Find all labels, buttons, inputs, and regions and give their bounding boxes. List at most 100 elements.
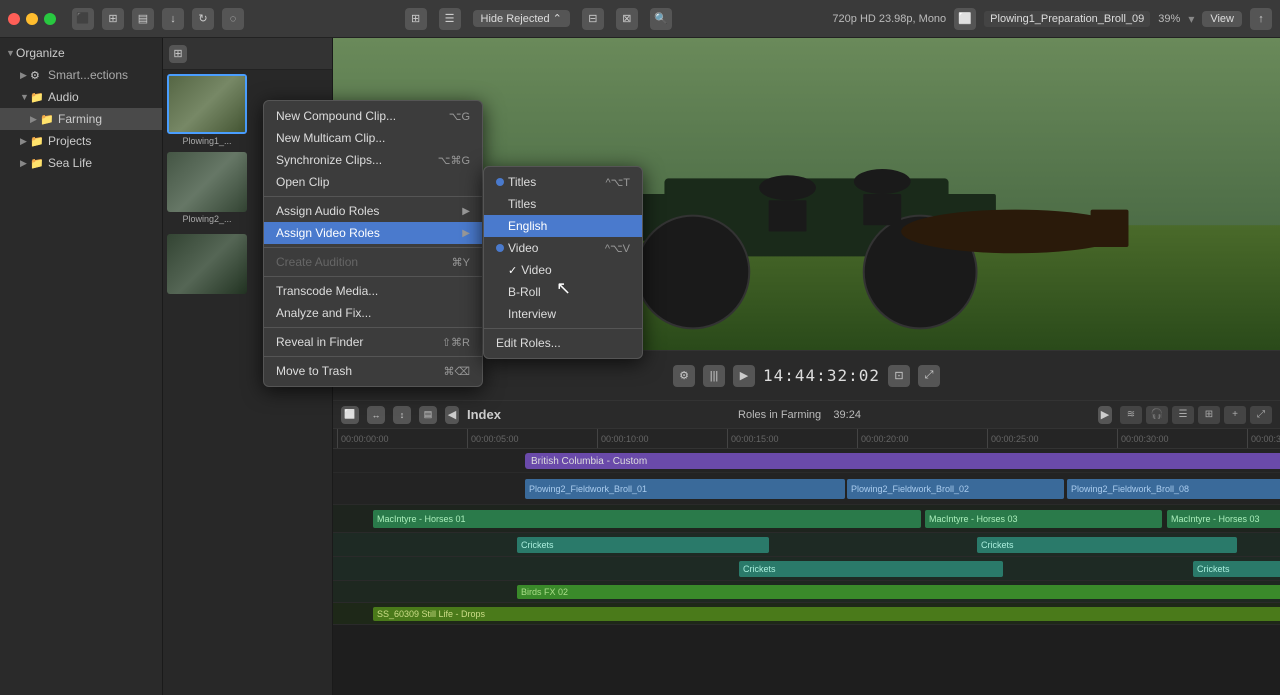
track-row-video: Plowing2_Fieldwork_Broll_01 Plowing2_Fie… <box>333 473 1280 505</box>
expand-icon[interactable]: ⤢ <box>918 365 940 387</box>
separator <box>264 196 482 197</box>
clip-item[interactable]: Plowing2_... <box>167 152 247 226</box>
browser-toolbar: ⊞ <box>163 38 332 70</box>
back-icon[interactable]: ◀ <box>445 406 459 424</box>
clip-horses-2[interactable]: MacIntyre - Horses 03 <box>925 510 1162 528</box>
grid-view-icon[interactable]: ⊞ <box>405 8 427 30</box>
clip-horses-3[interactable]: MacIntyre - Horses 03 <box>1167 510 1280 528</box>
export-icon[interactable]: ↑ <box>1250 8 1272 30</box>
settings-icon[interactable]: ⚙ <box>673 365 695 387</box>
libraries-icon[interactable]: ⬛ <box>72 8 94 30</box>
clip-item[interactable] <box>167 234 247 298</box>
audio-icon[interactable]: 🎧 <box>1146 406 1168 424</box>
audio-meter-icon[interactable]: ||| <box>703 365 725 387</box>
clip-video-3[interactable]: Plowing2_Fieldwork_Broll_08 <box>1067 479 1280 499</box>
chevron-down-icon: ▼ <box>6 48 16 58</box>
sub-titles-2[interactable]: Titles <box>484 193 642 215</box>
monitor-icon[interactable]: ⬜ <box>954 8 976 30</box>
clip-drops[interactable]: SS_60309 Still Life - Drops <box>373 607 1280 621</box>
chevron-right-icon: ▶ <box>20 158 30 169</box>
timeline-icon[interactable]: ▤ <box>132 8 154 30</box>
ruler-mark: 00:00:00:00 <box>337 429 467 448</box>
clip-label: Plowing2_... <box>180 212 233 226</box>
folder-icon: ⚙ <box>30 69 44 82</box>
browser-icon[interactable]: ⊞ <box>102 8 124 30</box>
clip-horses-1[interactable]: MacIntyre - Horses 01 <box>373 510 921 528</box>
view-button[interactable]: View <box>1202 11 1242 27</box>
timeline-ruler: 00:00:00:00 00:00:05:00 00:00:10:00 00:0… <box>333 429 1280 449</box>
clip-crickets-2[interactable]: Crickets <box>977 537 1237 553</box>
clip-menu-icon[interactable]: ▤ <box>419 406 437 424</box>
ctx-assign-audio-roles[interactable]: Assign Audio Roles ▶ <box>264 200 482 222</box>
zoom-in-icon[interactable]: + <box>1224 406 1246 424</box>
sub-video-1[interactable]: Video ^⌥V <box>484 237 642 259</box>
sidebar-item-sea-life[interactable]: ▶ 📁 Sea Life <box>0 152 162 174</box>
sidebar-item-audio[interactable]: ▼ 📁 Audio <box>0 86 162 108</box>
ctx-synchronize-clips[interactable]: Synchronize Clips... ⌥⌘G <box>264 149 482 171</box>
sub-english[interactable]: English <box>484 215 642 237</box>
clip-thumbnail[interactable] <box>167 74 247 134</box>
filter-icon[interactable]: ⊟ <box>582 8 604 30</box>
waveform-icon[interactable]: ≋ <box>1120 406 1142 424</box>
separator <box>264 356 482 357</box>
ctx-move-to-trash[interactable]: Move to Trash ⌘⌫ <box>264 360 482 382</box>
grid-icon[interactable]: ⊞ <box>1198 406 1220 424</box>
zoom-out-icon[interactable]: ⤢ <box>1250 406 1272 424</box>
close-button[interactable] <box>8 13 20 25</box>
ctx-new-compound-clip[interactable]: New Compound Clip... ⌥G <box>264 105 482 127</box>
background-tasks-icon[interactable]: ◌ <box>222 8 244 30</box>
ruler-mark: 00:00:05:00 <box>467 429 597 448</box>
sidebar-item-smart-collections[interactable]: ▶ ⚙ Smart...ections <box>0 64 162 86</box>
sidebar-item-farming[interactable]: ▶ 📁 Farming <box>0 108 162 130</box>
clip-crickets-4[interactable]: Crickets <box>1193 561 1280 577</box>
chevron-right-icon: ▶ <box>20 70 30 81</box>
ctx-new-multicam-clip[interactable]: New Multicam Clip... <box>264 127 482 149</box>
sub-edit-roles[interactable]: Edit Roles... <box>484 332 642 354</box>
fullscreen-button[interactable] <box>44 13 56 25</box>
ctx-open-clip[interactable]: Open Clip <box>264 171 482 193</box>
search-icon[interactable]: 🔍 <box>650 8 672 30</box>
clip-thumbnail[interactable] <box>167 152 247 212</box>
ctx-reveal-in-finder[interactable]: Reveal in Finder ⇧⌘R <box>264 331 482 353</box>
clip-video-1[interactable]: Plowing2_Fieldwork_Broll_01 <box>525 479 845 499</box>
sidebar-item-projects[interactable]: ▶ 📁 Projects <box>0 130 162 152</box>
forward-icon[interactable]: ▶ <box>1098 406 1112 424</box>
sub-titles-1[interactable]: Titles ^⌥T <box>484 171 642 193</box>
clip-crickets-3[interactable]: Crickets <box>739 561 1003 577</box>
group-icon[interactable]: ⊠ <box>616 8 638 30</box>
clip-appearance-icon[interactable]: ⬜ <box>341 406 359 424</box>
timeline-tracks: British Columbia - Custom Plowing2_Field… <box>333 449 1280 695</box>
sync-icon[interactable]: ↻ <box>192 8 214 30</box>
sub-interview[interactable]: Interview <box>484 303 642 325</box>
track-row-drops: SS_60309 Still Life - Drops <box>333 603 1280 625</box>
sidebar-item-organize[interactable]: ▼ Organize <box>0 42 162 64</box>
sub-video-2[interactable]: ✓ Video <box>484 259 642 281</box>
ctx-analyze-and-fix[interactable]: Analyze and Fix... <box>264 302 482 324</box>
sub-b-roll[interactable]: B-Roll <box>484 281 642 303</box>
clip-birds-fx[interactable]: Birds FX 02 <box>517 585 1280 599</box>
clip-label <box>205 294 209 298</box>
minimize-button[interactable] <box>26 13 38 25</box>
ruler-mark: 00:00:35:00 <box>1247 429 1280 448</box>
submenu-video-roles: Titles ^⌥T Titles English Video ^⌥V ✓ Vi… <box>483 166 643 359</box>
clip-british-columbia[interactable]: British Columbia - Custom <box>525 453 1280 469</box>
clip-thumbnail[interactable] <box>167 234 247 294</box>
ruler-mark: 00:00:30:00 <box>1117 429 1247 448</box>
timecode: 14:44:32:02 <box>763 366 880 385</box>
view-toggle-icon[interactable]: ⊞ <box>169 45 187 63</box>
ctx-assign-video-roles[interactable]: Assign Video Roles ▶ <box>264 222 482 244</box>
ctx-transcode-media[interactable]: Transcode Media... <box>264 280 482 302</box>
lanes-icon[interactable]: ☰ <box>1172 406 1194 424</box>
clip-video-2[interactable]: Plowing2_Fieldwork_Broll_02 <box>847 479 1064 499</box>
clip-item[interactable]: Plowing1_... <box>167 74 247 148</box>
hide-rejected-button[interactable]: Hide Rejected ⌃ <box>473 10 570 27</box>
ctx-create-audition: Create Audition ⌘Y <box>264 251 482 273</box>
playback-icon[interactable]: ▶ <box>733 365 755 387</box>
position-icon[interactable]: ↕ <box>393 406 411 424</box>
trim-icon[interactable]: ↔ <box>367 406 385 424</box>
list-view-icon[interactable]: ☰ <box>439 8 461 30</box>
layout-icon[interactable]: ⊡ <box>888 365 910 387</box>
checkmark-icon: ✓ <box>508 264 517 277</box>
clip-crickets-1[interactable]: Crickets <box>517 537 769 553</box>
download-icon[interactable]: ↓ <box>162 8 184 30</box>
